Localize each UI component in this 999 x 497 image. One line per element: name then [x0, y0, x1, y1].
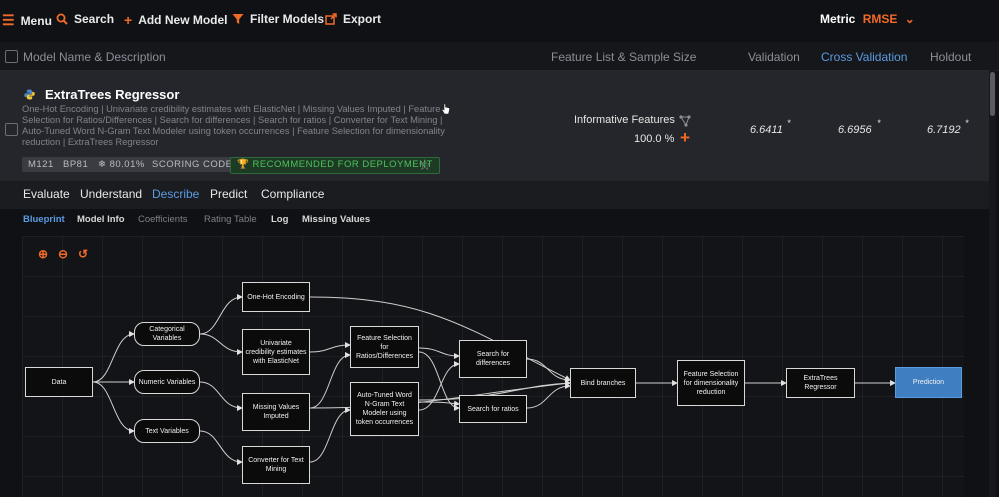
node-prediction[interactable]: Prediction: [895, 367, 962, 398]
node-search-ratios[interactable]: Search for ratios: [459, 395, 527, 423]
node-missing-values-imputed[interactable]: Missing Values Imputed: [242, 393, 310, 431]
node-bind-branches[interactable]: Bind branches: [570, 368, 636, 398]
node-univariate-credibility[interactable]: Univariate credibility estimates with El…: [242, 329, 310, 375]
scrollbar-thumb[interactable]: [990, 72, 995, 116]
node-text-variables[interactable]: Text Variables: [134, 419, 200, 443]
scrollbar-track[interactable]: [989, 70, 996, 497]
node-fs-ratios-differences[interactable]: Feature Selection for Ratios/Differences: [350, 326, 419, 368]
node-search-differences[interactable]: Search for differences: [459, 340, 527, 378]
node-auto-tuned-ngram[interactable]: Auto-Tuned Word N-Gram Text Modeler usin…: [350, 382, 419, 436]
node-numeric-variables[interactable]: Numeric Variables: [134, 370, 200, 394]
node-one-hot-encoding[interactable]: One-Hot Encoding: [242, 282, 310, 312]
node-categorical-variables[interactable]: Categorical Variables: [134, 322, 200, 346]
node-fs-dimensionality[interactable]: Feature Selection for dimensionality red…: [677, 360, 745, 406]
node-extratrees-regressor[interactable]: ExtraTrees Regressor: [786, 368, 855, 398]
node-converter-text-mining[interactable]: Converter for Text Mining: [242, 446, 310, 484]
node-data[interactable]: Data: [25, 367, 93, 397]
